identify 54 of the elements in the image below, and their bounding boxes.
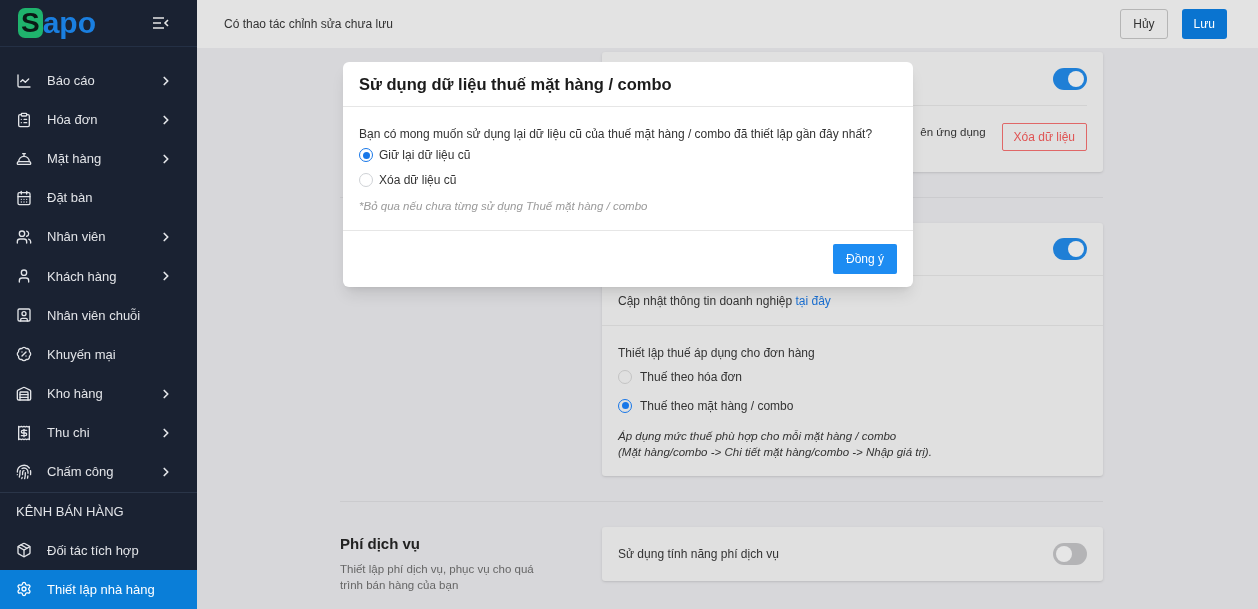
radio-label: Giữ lại dữ liệu cũ	[379, 147, 471, 165]
sidebar-item[interactable]: Đối tác tích hợp	[0, 530, 197, 570]
sidebar-item[interactable]: Mặt hàng	[0, 139, 197, 179]
toggle-switch[interactable]	[1053, 543, 1087, 565]
tax-note: Áp dụng mức thuế phù hợp cho mỗi mặt hàng / combo	[618, 429, 898, 444]
unsaved-message: Có thao tác chỉnh sửa chưa lưu	[224, 16, 393, 33]
calendar-icon	[16, 190, 32, 207]
bell-icon	[16, 150, 32, 167]
save-button[interactable]: Lưu	[1181, 9, 1227, 39]
dialog-question: Bạn có mong muốn sử dụng lại dữ liệu cũ của thuế mặt hàng / combo đã thiết lập gần đây nhất?	[359, 126, 874, 143]
section-description: Thiết lập phí dịch vụ, phục vụ cho quá trình bán hàng của bạn	[340, 561, 535, 593]
logo: Sapo	[18, 8, 97, 39]
line-chart-icon	[16, 72, 32, 89]
cancel-button[interactable]: Hủy	[1120, 9, 1168, 39]
tax-note: (Mặt hàng/combo -> Chi tiết mặt hàng/combo -> Nhập giá trị).	[618, 445, 933, 460]
sidebar-item[interactable]: Báo cáo	[0, 61, 197, 101]
sidebar-item[interactable]: Khuyến mại	[0, 334, 197, 374]
sidebar-item[interactable]: Chấm công	[0, 452, 197, 492]
setting-text: Sử dụng tính năng phí dịch vụ	[618, 546, 779, 563]
radio-label: Xóa dữ liệu cũ	[379, 171, 457, 189]
user-icon	[16, 268, 32, 285]
update-text: Cập nhật thông tin doanh nghiệp tại đây	[618, 292, 831, 310]
toggle-switch[interactable]	[1053, 238, 1087, 260]
users-icon	[16, 229, 32, 246]
sidebar-item[interactable]: Nhân viên chuỗi	[0, 295, 197, 335]
sidebar-item[interactable]: Thiết lập nhà hàng	[0, 569, 197, 609]
sidebar-item[interactable]: Nhân viên	[0, 217, 197, 257]
radio-button[interactable]	[359, 148, 373, 163]
here-link[interactable]: tại đây	[795, 293, 831, 308]
setting-text: ên ứng dụng	[920, 125, 986, 140]
boxes-icon	[16, 542, 32, 559]
menu-collapse-icon[interactable]	[153, 17, 169, 30]
id-badge-icon	[16, 307, 32, 324]
dialog-hint: *Bỏ qua nếu chưa từng sử dụng Thuế mặt hàng / combo	[359, 199, 649, 214]
sidebar-item[interactable]: Đặt bàn	[0, 178, 197, 218]
section-title: Phí dịch vụ	[340, 534, 421, 554]
sidebar-item[interactable]: Khách hàng	[0, 256, 197, 296]
radio-button[interactable]	[618, 398, 632, 413]
toggle-switch[interactable]	[1053, 67, 1087, 90]
dialog-title: Sử dụng dữ liệu thuế mặt hàng / combo	[359, 73, 672, 95]
sidebar-item[interactable]: Kho hàng	[0, 374, 197, 414]
radio-button[interactable]	[618, 369, 632, 384]
clipboard-icon	[16, 111, 32, 128]
settings-icon	[16, 581, 32, 598]
sidebar-item[interactable]: Thu chi	[0, 413, 197, 453]
section-label: KÊNH BÁN HÀNG	[15, 503, 125, 522]
radio-label: Thuế theo hóa đơn	[640, 368, 742, 386]
tax-label: Thiết lập thuế áp dụng cho đơn hàng	[618, 345, 816, 362]
receipt-icon	[16, 424, 32, 441]
percent-badge-icon	[16, 346, 32, 363]
fingerprint-icon	[16, 463, 32, 480]
sidebar-item[interactable]: Hóa đơn	[0, 100, 197, 140]
radio-label: Thuế theo mặt hàng / combo	[640, 397, 794, 415]
warehouse-icon	[16, 385, 32, 402]
